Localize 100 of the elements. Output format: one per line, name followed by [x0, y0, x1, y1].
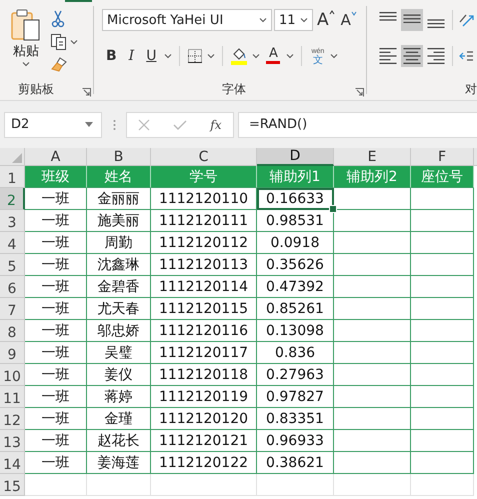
- name-box[interactable]: D2: [4, 112, 102, 138]
- caret-icon[interactable]: [207, 52, 216, 60]
- header-cell: 姓名: [87, 166, 151, 188]
- row-header[interactable]: 1: [0, 166, 25, 188]
- row-header[interactable]: 2: [0, 188, 25, 210]
- row-header[interactable]: 7: [0, 298, 25, 320]
- empty-cell: [411, 298, 474, 320]
- italic-button[interactable]: I: [124, 48, 138, 64]
- font-name-field[interactable]: Microsoft YaHei UI: [102, 9, 272, 31]
- table-cell: 0.35626: [257, 254, 334, 276]
- table-cell: 一班: [25, 210, 87, 232]
- caret-icon[interactable]: [70, 38, 78, 46]
- font-color-button[interactable]: A: [264, 48, 282, 64]
- dialog-launcher-icon[interactable]: [82, 88, 91, 97]
- table-cell: 0.38621: [257, 452, 334, 474]
- table-cell: 周勤: [87, 232, 151, 254]
- empty-cell: [87, 474, 151, 496]
- table-cell: 0.16633: [257, 188, 334, 210]
- row-header[interactable]: 14: [0, 452, 25, 474]
- row-header[interactable]: 12: [0, 408, 25, 430]
- row-header[interactable]: 9: [0, 342, 25, 364]
- drag-handle-icon[interactable]: [112, 118, 116, 130]
- group-label: 剪贴板: [18, 80, 54, 98]
- row-header[interactable]: 15: [0, 474, 25, 496]
- table-cell: 1112120120: [151, 408, 257, 430]
- font-size-field[interactable]: 11: [274, 9, 313, 31]
- empty-cell: [411, 342, 474, 364]
- column-header[interactable]: C: [151, 148, 257, 166]
- clipboard-icon: [10, 8, 42, 42]
- row-header[interactable]: 5: [0, 254, 25, 276]
- align-center-icon[interactable]: [401, 45, 423, 67]
- row-header[interactable]: 13: [0, 430, 25, 452]
- empty-cell: [411, 320, 474, 342]
- up-caret-icon: [328, 10, 335, 15]
- empty-cell: [411, 474, 474, 496]
- dialog-launcher-icon[interactable]: [355, 88, 364, 97]
- grow-font-button[interactable]: A: [315, 10, 337, 30]
- copy-icon[interactable]: [50, 33, 68, 51]
- header-cell: 班级: [25, 166, 87, 188]
- paintbrush-icon[interactable]: [50, 56, 68, 74]
- row-header[interactable]: 8: [0, 320, 25, 342]
- fill-color-icon[interactable]: [230, 47, 248, 65]
- table-cell: 0.98531: [257, 210, 334, 232]
- header-cell: 辅助列1: [257, 166, 334, 188]
- table-cell: 0.83351: [257, 408, 334, 430]
- empty-cell: [411, 232, 474, 254]
- empty-cell: [411, 408, 474, 430]
- table-cell: 0.13098: [257, 320, 334, 342]
- table-cell: 1112120122: [151, 452, 257, 474]
- column-header[interactable]: E: [334, 148, 411, 166]
- caret-icon[interactable]: [259, 16, 267, 24]
- paste-button[interactable]: 粘贴: [8, 8, 44, 74]
- table-cell: 1112120117: [151, 342, 257, 364]
- shrink-font-button[interactable]: A: [338, 11, 359, 29]
- caret-icon[interactable]: [300, 16, 308, 24]
- empty-cell: [411, 254, 474, 276]
- table-cell: 金碧香: [87, 276, 151, 298]
- caret-icon[interactable]: [22, 60, 30, 68]
- empty-cell: [411, 452, 474, 474]
- column-header[interactable]: F: [411, 148, 474, 166]
- table-cell: 赵花长: [87, 430, 151, 452]
- row-header[interactable]: 3: [0, 210, 25, 232]
- row-header[interactable]: 4: [0, 232, 25, 254]
- align-right-icon[interactable]: [425, 45, 447, 67]
- table-cell: 姜仪: [87, 364, 151, 386]
- formula-field[interactable]: =RAND(): [238, 112, 477, 138]
- column-header[interactable]: D: [257, 148, 334, 166]
- borders-icon[interactable]: [187, 48, 204, 64]
- table-cell: 一班: [25, 276, 87, 298]
- align-left-icon[interactable]: [377, 45, 399, 67]
- insert-function-button[interactable]: fx: [210, 118, 222, 132]
- scissors-icon[interactable]: [50, 10, 66, 28]
- checkmark-icon[interactable]: [173, 118, 188, 130]
- tab-indicator: [65, 0, 92, 2]
- row-header[interactable]: 11: [0, 386, 25, 408]
- table-cell: 金丽丽: [87, 188, 151, 210]
- table-cell: 1112120118: [151, 364, 257, 386]
- column-header[interactable]: B: [87, 148, 151, 166]
- table-cell: 沈鑫琳: [87, 254, 151, 276]
- text-orientation-icon[interactable]: [458, 12, 474, 28]
- row-header[interactable]: 6: [0, 276, 25, 298]
- empty-cell: [411, 276, 474, 298]
- caret-icon[interactable]: [330, 52, 338, 60]
- bold-button[interactable]: B: [102, 48, 121, 64]
- table-cell: 施美丽: [87, 210, 151, 232]
- dropdown-icon[interactable]: [85, 122, 93, 127]
- caret-icon[interactable]: [164, 52, 172, 60]
- caret-icon[interactable]: [252, 52, 260, 60]
- table-cell: 0.0918: [257, 232, 334, 254]
- row-header[interactable]: 10: [0, 364, 25, 386]
- caret-icon[interactable]: [286, 52, 294, 60]
- table-cell: 一班: [25, 364, 87, 386]
- align-middle-icon[interactable]: [401, 9, 423, 31]
- column-header[interactable]: A: [25, 148, 87, 166]
- underline-button[interactable]: U: [142, 48, 160, 64]
- table-cell: 1112120115: [151, 298, 257, 320]
- table-cell: 一班: [25, 188, 87, 210]
- table-cell: 0.47392: [257, 276, 334, 298]
- fill-handle[interactable]: [329, 205, 337, 213]
- table-cell: 一班: [25, 254, 87, 276]
